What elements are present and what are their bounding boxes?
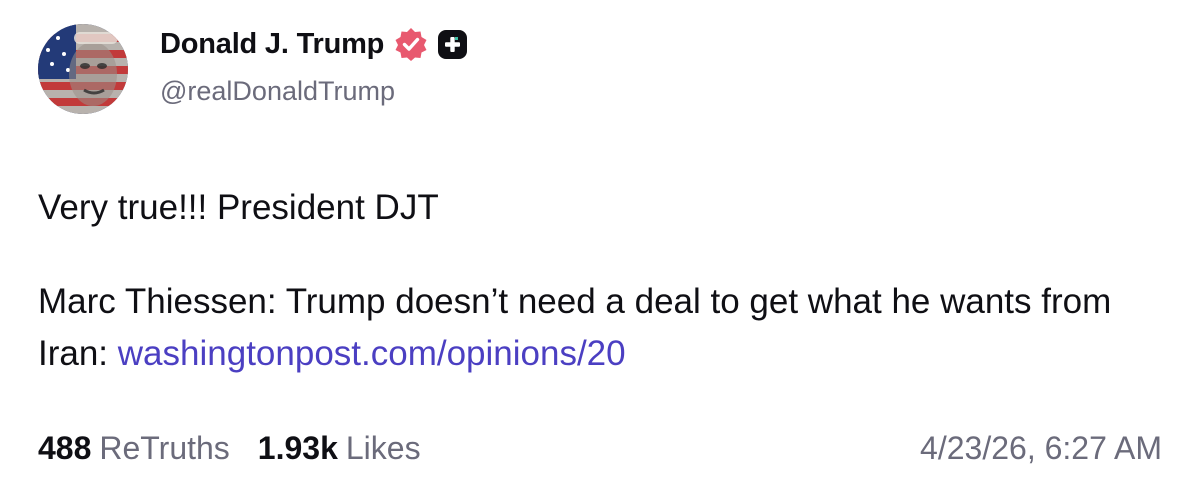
author-name-row: Donald J. Trump <box>160 24 468 64</box>
truth-post: Donald J. Trump @realDonaldTrump Very tr… <box>0 0 1200 500</box>
retruths-count: 488 <box>38 429 92 466</box>
avatar[interactable] <box>38 24 128 114</box>
retruths-label: ReTruths <box>99 429 230 466</box>
post-footer: 488 ReTruths 1.93k Likes 4/23/26, 6:27 AM <box>38 426 1162 470</box>
article-link[interactable]: washingtonpost.com/opinions/20 <box>118 334 626 373</box>
post-text-quote: Marc Thiessen: Trump doesn’t need a deal… <box>38 276 1168 380</box>
plus-square-icon <box>438 29 468 59</box>
post-body: Very true!!! President DJT Marc Thiessen… <box>38 182 1168 380</box>
author-handle[interactable]: @realDonaldTrump <box>160 76 395 107</box>
author-display-name[interactable]: Donald J. Trump <box>160 28 384 61</box>
likes-stat[interactable]: 1.93k Likes <box>258 430 421 467</box>
likes-label: Likes <box>345 429 421 466</box>
avatar-image <box>38 24 128 114</box>
post-timestamp[interactable]: 4/23/26, 6:27 AM <box>920 430 1162 467</box>
verified-badge-icon <box>394 27 428 61</box>
retruths-stat[interactable]: 488 ReTruths <box>38 430 230 467</box>
likes-count: 1.93k <box>257 429 338 466</box>
post-text-line: Very true!!! President DJT <box>38 188 439 227</box>
